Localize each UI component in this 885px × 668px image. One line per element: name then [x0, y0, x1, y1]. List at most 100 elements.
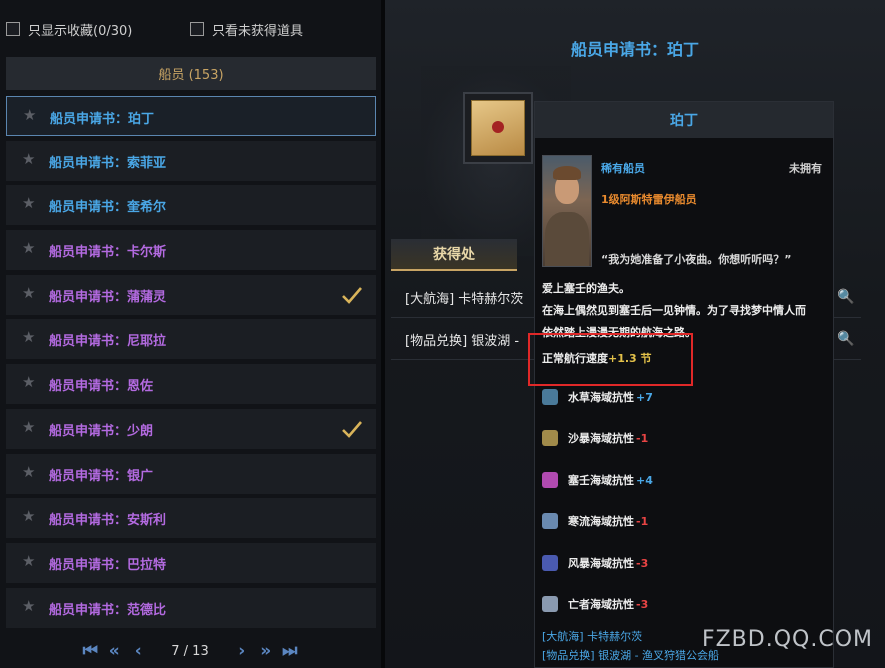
category-header[interactable]: 船员 (153) [6, 57, 376, 90]
checkmark-icon [342, 286, 362, 304]
item-slot[interactable] [463, 92, 533, 164]
rarity-label: 稀有船员 [601, 162, 645, 175]
favorite-star-icon[interactable]: ★ [22, 598, 38, 614]
filter-unobtained[interactable]: 只看未获得道具 [190, 14, 303, 44]
category-label: 船员 (153) [158, 68, 224, 83]
first-page-icon[interactable]: ⏮ [79, 641, 101, 661]
description-line: 爱上塞壬的渔夫。 [542, 282, 630, 295]
favorites-label: 只显示收藏(0/30) [28, 23, 133, 39]
favorite-star-icon[interactable]: ★ [22, 240, 38, 256]
resistance-row: 亡者海域抗性 -3 [542, 594, 648, 614]
resistance-value: -3 [636, 556, 649, 570]
highlight-box [528, 333, 693, 386]
crew-list-item[interactable]: ★ 船员申请书：索菲亚 [6, 140, 376, 181]
portrait-body [545, 212, 589, 266]
crew-item-name: 船员申请书：卡尔斯 [49, 245, 167, 261]
tooltip-name: 珀丁 [670, 113, 698, 129]
crew-item-name: 船员申请书：奎希尔 [49, 200, 167, 216]
resistance-label: 寒流海域抗性 [568, 515, 634, 528]
crew-item-name: 船员申请书：巴拉特 [49, 557, 167, 573]
favorite-star-icon[interactable]: ★ [22, 285, 38, 301]
detail-title: 船员申请书：珀丁 [570, 40, 699, 59]
crew-list-item[interactable]: ★ 船员申请书：蒲蒲灵 [6, 274, 376, 315]
owned-status: 未拥有 [789, 162, 822, 175]
resistance-value: +7 [636, 390, 653, 404]
crew-list-item[interactable]: ★ 船员申请书：安斯利 [6, 498, 376, 539]
resistance-row: 塞壬海域抗性 +4 [542, 470, 653, 490]
portrait-hair [553, 166, 581, 180]
crew-portrait [542, 155, 592, 267]
tooltip-source: [大航海] 卡特赫尔茨 [542, 630, 643, 643]
favorite-star-icon[interactable]: ★ [22, 508, 38, 524]
crew-item-name: 船员申请书：少朗 [49, 423, 154, 439]
favorites-checkbox[interactable] [6, 22, 20, 36]
pager: ⏮ « ‹ 7 / 13 › » ⏭ [70, 640, 310, 662]
scroll-icon [471, 100, 525, 156]
resistance-value: -1 [636, 514, 649, 528]
crew-item-name: 船员申请书：蒲蒲灵 [49, 289, 167, 305]
unobtained-checkbox[interactable] [190, 22, 204, 36]
last-page-icon[interactable]: ⏭ [279, 641, 301, 661]
crew-list-item[interactable]: ★ 船员申请书：银广 [6, 453, 376, 494]
resistance-label: 沙暴海域抗性 [568, 432, 634, 445]
crew-quote: “我为她准备了小夜曲。你想听听吗？” [601, 253, 792, 266]
search-icon[interactable]: 🔍 [835, 286, 857, 308]
crew-list-item[interactable]: ★ 船员申请书：范德比 [6, 587, 376, 628]
crew-item-name: 船员申请书：索菲亚 [49, 155, 167, 171]
crew-list-item[interactable]: ★ 船员申请书：少朗 [6, 408, 376, 449]
next-10-icon[interactable]: » [255, 641, 277, 661]
siren-icon [542, 472, 558, 488]
source-text: [大航海] 卡特赫尔茨 [405, 291, 524, 307]
prev-10-icon[interactable]: « [103, 641, 125, 661]
favorite-star-icon[interactable]: ★ [22, 195, 38, 211]
tab-source[interactable]: 获得处 [391, 239, 517, 271]
favorite-star-icon[interactable]: ★ [23, 107, 39, 123]
crew-item-name: 船员申请书：范德比 [49, 602, 167, 618]
resistance-row: 水草海域抗性 +7 [542, 387, 653, 407]
wax-seal-icon [492, 121, 504, 133]
search-icon[interactable]: 🔍 [835, 328, 857, 350]
crew-list-item[interactable]: ★ 船员申请书：奎希尔 [6, 185, 376, 226]
crew-item-name: 船员申请书：尼耶拉 [49, 334, 167, 350]
unobtained-label: 只看未获得道具 [212, 23, 304, 39]
next-page-icon[interactable]: › [231, 641, 253, 661]
favorite-star-icon[interactable]: ★ [22, 553, 38, 569]
level-label: 1级阿斯特雷伊船员 [601, 193, 697, 206]
resistance-label: 水草海域抗性 [568, 391, 634, 404]
crew-list-item[interactable]: ★ 船员申请书：恩佐 [6, 364, 376, 405]
favorite-star-icon[interactable]: ★ [22, 374, 38, 390]
sandstorm-icon [542, 430, 558, 446]
page-indicator: 7 / 13 [171, 643, 209, 659]
crew-list-item[interactable]: ★ 船员申请书：巴拉特 [6, 542, 376, 583]
resistance-value: -3 [636, 597, 649, 611]
resistance-value: -1 [636, 431, 649, 445]
checkmark-icon [342, 420, 362, 438]
watermark: FZBD.QQ.COM [701, 627, 873, 652]
crew-list-item[interactable]: ★ 船员申请书：卡尔斯 [6, 230, 376, 271]
crew-list-item[interactable]: ★ 船员申请书：珀丁 [6, 96, 376, 136]
tooltip-header: 珀丁 [535, 102, 833, 138]
resistance-label: 亡者海域抗性 [568, 598, 634, 611]
resistance-value: +4 [636, 473, 653, 487]
favorite-star-icon[interactable]: ★ [22, 464, 38, 480]
tooltip-source: [物品兑换] 银波湖 - 渔叉狩猎公会船 [542, 649, 720, 662]
favorite-star-icon[interactable]: ★ [22, 151, 38, 167]
favorite-star-icon[interactable]: ★ [22, 419, 38, 435]
prev-page-icon[interactable]: ‹ [127, 641, 149, 661]
undead-icon [542, 596, 558, 612]
resistance-row: 寒流海域抗性 -1 [542, 511, 648, 531]
favorite-star-icon[interactable]: ★ [22, 329, 38, 345]
crew-list-item[interactable]: ★ 船员申请书：尼耶拉 [6, 319, 376, 360]
crew-item-name: 船员申请书：安斯利 [49, 513, 167, 529]
crew-list-panel: 只显示收藏(0/30) 只看未获得道具 船员 (153) ★ 船员申请书：珀丁 ★ 船… [0, 0, 381, 668]
cold-current-icon [542, 513, 558, 529]
storm-icon [542, 555, 558, 571]
crew-item-name: 船员申请书：珀丁 [50, 112, 155, 127]
crew-item-name: 船员申请书：银广 [49, 468, 154, 484]
resistance-row: 风暴海域抗性 -3 [542, 553, 648, 573]
filter-favorites[interactable]: 只显示收藏(0/30) [6, 14, 132, 44]
crew-list: ★ 船员申请书：珀丁 ★ 船员申请书：索菲亚 ★ 船员申请书：奎希尔 ★ 船员申请书：卡尔斯 ★… [6, 96, 376, 632]
resistance-label: 风暴海域抗性 [568, 557, 634, 570]
seaweed-icon [542, 389, 558, 405]
resistance-label: 塞壬海域抗性 [568, 474, 634, 487]
